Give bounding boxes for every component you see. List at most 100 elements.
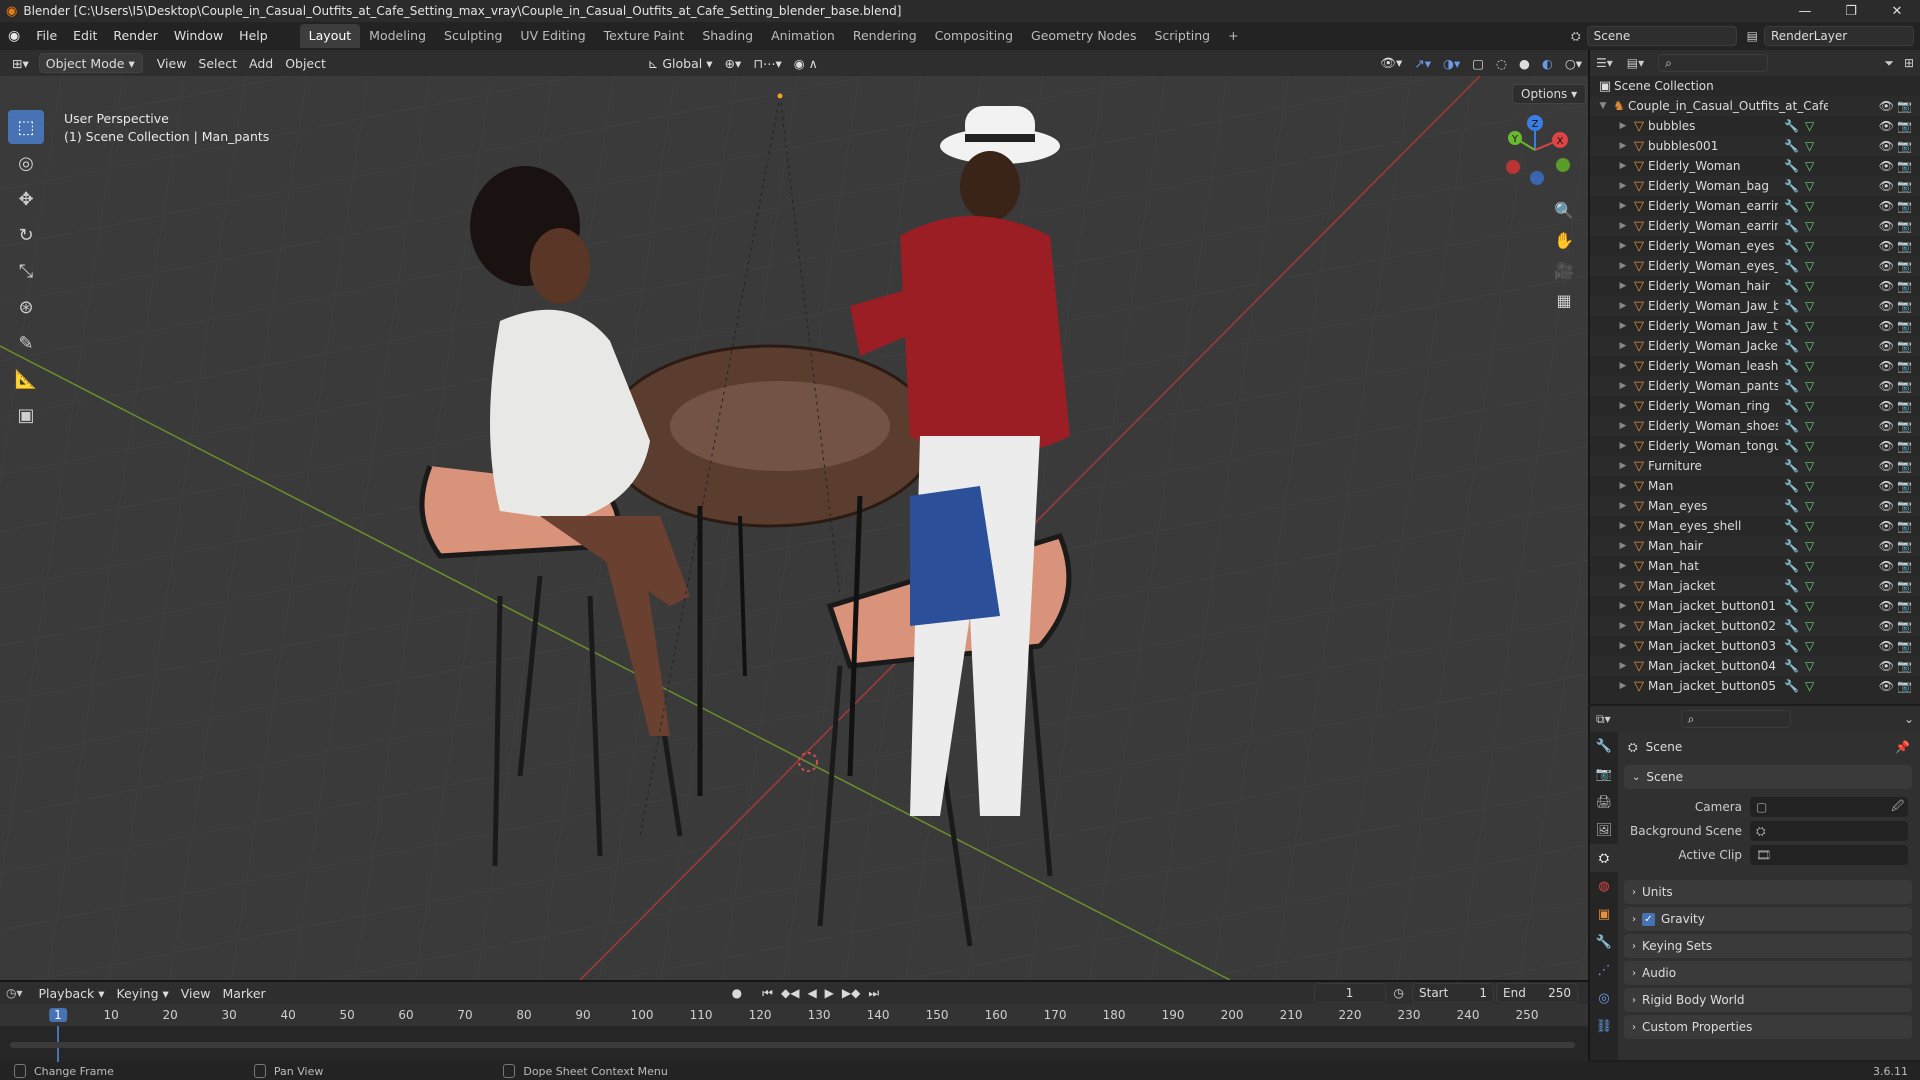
visibility-eye-icon[interactable]: 👁 xyxy=(1879,239,1894,253)
outliner-search-input[interactable]: ⌕ xyxy=(1658,54,1769,72)
outliner-item[interactable]: ▶ ▽ Man_hat 🔧 ▽ 👁 📷 xyxy=(1590,556,1920,576)
mesh-data-icon[interactable]: ▽ xyxy=(1805,199,1814,213)
mesh-data-icon[interactable]: ▽ xyxy=(1805,499,1814,513)
visibility-eye-icon[interactable]: 👁 xyxy=(1879,659,1894,673)
visibility-eye-icon[interactable]: 👁 xyxy=(1879,499,1894,513)
jump-start-icon[interactable]: ⏮ xyxy=(762,986,773,1001)
visibility-eye-icon[interactable]: 👁 xyxy=(1879,479,1894,493)
editor-type-icon[interactable]: ⊞▾ xyxy=(6,53,35,73)
pin-icon[interactable]: 📌 xyxy=(1895,740,1910,754)
visibility-eye-icon[interactable]: 👁 xyxy=(1879,679,1894,693)
tab-uv-editing[interactable]: UV Editing xyxy=(511,24,594,48)
render-camera-icon[interactable]: 📷 xyxy=(1897,539,1912,553)
tab-geometry-nodes[interactable]: Geometry Nodes xyxy=(1022,24,1145,48)
visibility-eye-icon[interactable]: 👁 xyxy=(1879,199,1894,213)
menu-select[interactable]: Select xyxy=(192,53,243,73)
modifier-icon[interactable]: 🔧 xyxy=(1784,439,1799,453)
mesh-data-icon[interactable]: ▽ xyxy=(1805,679,1814,693)
modifier-icon[interactable]: 🔧 xyxy=(1784,119,1799,133)
mesh-data-icon[interactable]: ▽ xyxy=(1805,599,1814,613)
expand-icon[interactable]: ▼ xyxy=(1596,101,1610,111)
modifier-icon[interactable]: 🔧 xyxy=(1784,179,1799,193)
visibility-eye-icon[interactable]: 👁 xyxy=(1879,639,1894,653)
keying-sets-panel[interactable]: › Keying Sets xyxy=(1624,934,1912,958)
jump-end-icon[interactable]: ⏭ xyxy=(868,986,879,1001)
modifier-icon[interactable]: 🔧 xyxy=(1784,379,1799,393)
modifier-icon[interactable]: 🔧 xyxy=(1784,559,1799,573)
render-camera-icon[interactable]: 📷 xyxy=(1897,599,1912,613)
zoom-icon[interactable]: 🔍 xyxy=(1550,196,1578,224)
menu-add[interactable]: Add xyxy=(243,53,279,73)
modifier-icon[interactable]: 🔧 xyxy=(1784,259,1799,273)
mesh-data-icon[interactable]: ▽ xyxy=(1805,219,1814,233)
shading-wireframe-icon[interactable]: ◌ xyxy=(1490,53,1513,73)
render-camera-icon[interactable]: 📷 xyxy=(1897,379,1912,393)
modifier-icon[interactable]: 🔧 xyxy=(1784,499,1799,513)
render-camera-icon[interactable]: 📷 xyxy=(1897,139,1912,153)
gravity-checkbox[interactable]: ✓ xyxy=(1642,912,1655,926)
render-layer-icon[interactable]: ▤ xyxy=(1747,29,1758,43)
render-camera-icon[interactable]: 📷 xyxy=(1897,479,1912,493)
add-cube-tool-icon[interactable]: ▣ xyxy=(8,398,44,432)
mesh-data-icon[interactable]: ▽ xyxy=(1805,519,1814,533)
modifier-icon[interactable]: 🔧 xyxy=(1784,199,1799,213)
mesh-data-icon[interactable]: ▽ xyxy=(1805,659,1814,673)
select-box-tool-icon[interactable]: ⬚ xyxy=(8,110,44,144)
expand-icon[interactable]: ▶ xyxy=(1616,421,1630,431)
expand-icon[interactable]: ▶ xyxy=(1616,661,1630,671)
mesh-data-icon[interactable]: ▽ xyxy=(1805,159,1814,173)
constraints-tab-icon[interactable]: ⛓ xyxy=(1590,1012,1618,1040)
mesh-data-icon[interactable]: ▽ xyxy=(1805,359,1814,373)
camera-view-icon[interactable]: 🎥 xyxy=(1550,256,1578,284)
render-camera-icon[interactable]: 📷 xyxy=(1897,639,1912,653)
pan-hand-icon[interactable]: ✋ xyxy=(1550,226,1578,254)
render-camera-icon[interactable]: 📷 xyxy=(1897,659,1912,673)
outliner-item[interactable]: ▶ ▽ Man_jacket_button04 🔧 ▽ 👁 📷 xyxy=(1590,656,1920,676)
visibility-eye-icon[interactable]: 👁 xyxy=(1879,619,1894,633)
outliner-item[interactable]: ▶ ▽ Elderly_Woman_hair 🔧 ▽ 👁 📷 xyxy=(1590,276,1920,296)
physics-tab-icon[interactable]: ◎ xyxy=(1590,984,1618,1012)
render-camera-icon[interactable]: 📷 xyxy=(1897,199,1912,213)
eyedropper-icon[interactable]: 🖉 xyxy=(1891,797,1904,818)
mesh-data-icon[interactable]: ▽ xyxy=(1805,419,1814,433)
minimize-button[interactable]: — xyxy=(1782,0,1828,22)
expand-icon[interactable]: ▶ xyxy=(1616,541,1630,551)
keying-menu[interactable]: Keying ▾ xyxy=(111,983,175,1003)
render-camera-icon[interactable]: 📷 xyxy=(1897,119,1912,133)
render-camera-icon[interactable]: 📷 xyxy=(1897,579,1912,593)
current-frame-field[interactable]: 1 xyxy=(1313,983,1386,1003)
expand-icon[interactable]: ▶ xyxy=(1616,221,1630,231)
visibility-eye-icon[interactable]: 👁 xyxy=(1879,419,1894,433)
close-button[interactable]: ✕ xyxy=(1874,0,1920,22)
record-icon[interactable]: ● xyxy=(732,986,742,1000)
modifier-icon[interactable]: 🔧 xyxy=(1784,299,1799,313)
chevron-down-icon[interactable]: ⌄ xyxy=(1904,712,1914,726)
render-camera-icon[interactable]: 📷 xyxy=(1897,99,1912,113)
scene-tab-icon[interactable]: ⛭ xyxy=(1590,844,1618,872)
menu-view[interactable]: View xyxy=(151,53,193,73)
mesh-data-icon[interactable]: ▽ xyxy=(1805,639,1814,653)
frame-ruler[interactable]: 1 10 20 30 40 50 60 70 80 90 100 110 120 130 140 150 160… xyxy=(0,1004,1588,1026)
expand-icon[interactable]: ▶ xyxy=(1616,401,1630,411)
menu-object[interactable]: Object xyxy=(279,53,332,73)
visibility-eye-icon[interactable]: 👁 xyxy=(1879,539,1894,553)
playback-menu[interactable]: Playback ▾ xyxy=(33,983,111,1003)
tab-shading[interactable]: Shading xyxy=(693,24,762,48)
expand-icon[interactable]: ▶ xyxy=(1616,161,1630,171)
scene-selector[interactable]: Scene xyxy=(1586,26,1737,46)
annotate-tool-icon[interactable]: ✎ xyxy=(8,326,44,360)
mesh-data-icon[interactable]: ▽ xyxy=(1805,579,1814,593)
render-camera-icon[interactable]: 📷 xyxy=(1897,279,1912,293)
gravity-panel[interactable]: › ✓ Gravity xyxy=(1624,907,1912,931)
cursor-tool-icon[interactable]: ◎ xyxy=(8,146,44,180)
outliner-editor-icon[interactable]: ☰▾ xyxy=(1596,56,1613,70)
expand-icon[interactable]: ▶ xyxy=(1616,281,1630,291)
visibility-eye-icon[interactable]: 👁 xyxy=(1879,219,1894,233)
visibility-eye-icon[interactable]: 👁 xyxy=(1879,579,1894,593)
outliner-item[interactable]: ▶ ▽ Man_jacket_button03 🔧 ▽ 👁 📷 xyxy=(1590,636,1920,656)
visibility-eye-icon[interactable]: 👁 xyxy=(1879,399,1894,413)
tab-sculpting[interactable]: Sculpting xyxy=(435,24,511,48)
outliner-item[interactable]: ▶ ▽ bubbles 🔧 ▽ 👁 📷 xyxy=(1590,116,1920,136)
end-frame-field[interactable]: End 250 xyxy=(1496,983,1578,1003)
shading-rendered-icon[interactable]: ○▾ xyxy=(1559,53,1588,73)
